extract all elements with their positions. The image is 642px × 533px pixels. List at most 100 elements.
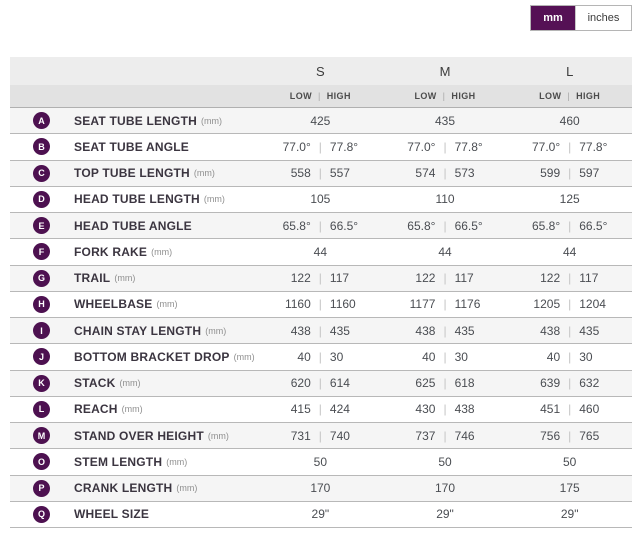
table-row: B SEAT TUBE ANGLE 77.0° | 77.8° 77.0° | … bbox=[10, 134, 632, 160]
value-cell: 29" bbox=[507, 507, 632, 521]
value-low: 50 bbox=[383, 455, 508, 469]
value-high: 618 bbox=[447, 376, 508, 390]
value-cell: 620 | 614 bbox=[258, 376, 383, 390]
table-row: G TRAIL (mm) 122 | 117 122 | 117 122 | 1… bbox=[10, 266, 632, 292]
row-letter-badge: B bbox=[33, 138, 50, 155]
row-header: F FORK RAKE (mm) bbox=[10, 243, 258, 260]
row-label: STACK bbox=[74, 376, 115, 390]
geometry-table: SML LOW|HIGHLOW|HIGHLOW|HIGH A SEAT TUBE… bbox=[10, 57, 632, 528]
row-label: CRANK LENGTH bbox=[74, 481, 172, 495]
low-high-header: LOW|HIGH bbox=[383, 91, 508, 101]
value-cell: 29" bbox=[258, 507, 383, 521]
value-cell: 1205 | 1204 bbox=[507, 297, 632, 311]
value-cell: 44 bbox=[383, 245, 508, 259]
row-header: D HEAD TUBE LENGTH (mm) bbox=[10, 191, 258, 208]
table-row: O STEM LENGTH (mm) 50 50 50 bbox=[10, 449, 632, 475]
table-row: L REACH (mm) 415 | 424 430 | 438 451 | 4… bbox=[10, 397, 632, 423]
value-high: 30 bbox=[322, 350, 383, 364]
value-low: 731 bbox=[258, 429, 319, 443]
value-cell: 1177 | 1176 bbox=[383, 297, 508, 311]
low-label: LOW bbox=[290, 91, 312, 101]
value-low: 44 bbox=[258, 245, 383, 259]
row-unit: (mm) bbox=[122, 404, 143, 414]
value-low: 1205 bbox=[507, 297, 568, 311]
value-low: 737 bbox=[383, 429, 444, 443]
row-unit: (mm) bbox=[119, 378, 140, 388]
low-high-header: LOW|HIGH bbox=[258, 91, 383, 101]
mm-button[interactable]: mm bbox=[531, 6, 575, 30]
lowhigh-header-row: LOW|HIGHLOW|HIGHLOW|HIGH bbox=[10, 85, 632, 108]
high-label: HIGH bbox=[451, 91, 475, 101]
value-cell: 425 bbox=[258, 114, 383, 128]
value-high: 614 bbox=[322, 376, 383, 390]
value-high: 424 bbox=[322, 402, 383, 416]
value-cell: 65.8° | 66.5° bbox=[383, 219, 508, 233]
row-header: B SEAT TUBE ANGLE bbox=[10, 138, 258, 155]
value-low: 122 bbox=[258, 271, 319, 285]
table-row: P CRANK LENGTH (mm) 170 170 175 bbox=[10, 476, 632, 502]
value-high: 117 bbox=[571, 271, 632, 285]
value-high: 1204 bbox=[571, 297, 632, 311]
table-row: Q WHEEL SIZE 29" 29" 29" bbox=[10, 502, 632, 528]
value-cell: 415 | 424 bbox=[258, 402, 383, 416]
row-label: CHAIN STAY LENGTH bbox=[74, 324, 201, 338]
value-low: 460 bbox=[507, 114, 632, 128]
row-header: K STACK (mm) bbox=[10, 375, 258, 392]
row-letter-badge: L bbox=[33, 401, 50, 418]
value-low: 438 bbox=[383, 324, 444, 338]
value-low: 170 bbox=[258, 481, 383, 495]
value-low: 415 bbox=[258, 402, 319, 416]
value-low: 44 bbox=[507, 245, 632, 259]
row-label: SEAT TUBE ANGLE bbox=[74, 140, 189, 154]
row-label: TRAIL bbox=[74, 271, 110, 285]
value-high: 435 bbox=[322, 324, 383, 338]
row-header: Q WHEEL SIZE bbox=[10, 506, 258, 523]
value-cell: 77.0° | 77.8° bbox=[383, 140, 508, 154]
row-unit: (mm) bbox=[201, 116, 222, 126]
value-cell: 625 | 618 bbox=[383, 376, 508, 390]
row-label: WHEEL SIZE bbox=[74, 507, 149, 521]
header-separator: | bbox=[443, 91, 446, 101]
value-low: 44 bbox=[383, 245, 508, 259]
size-header-row: SML bbox=[10, 57, 632, 85]
value-cell: 50 bbox=[507, 455, 632, 469]
row-letter-badge: E bbox=[33, 217, 50, 234]
value-high: 746 bbox=[447, 429, 508, 443]
value-low: 438 bbox=[507, 324, 568, 338]
value-high: 66.5° bbox=[447, 219, 508, 233]
row-letter-badge: G bbox=[33, 270, 50, 287]
row-header: O STEM LENGTH (mm) bbox=[10, 453, 258, 470]
row-letter-badge: H bbox=[33, 296, 50, 313]
value-cell: 50 bbox=[258, 455, 383, 469]
value-low: 756 bbox=[507, 429, 568, 443]
value-low: 50 bbox=[258, 455, 383, 469]
value-high: 77.8° bbox=[322, 140, 383, 154]
inches-button[interactable]: inches bbox=[575, 6, 631, 30]
table-row: J BOTTOM BRACKET DROP (mm) 40 | 30 40 | … bbox=[10, 344, 632, 370]
row-unit: (mm) bbox=[194, 168, 215, 178]
value-high: 66.5° bbox=[322, 219, 383, 233]
value-low: 122 bbox=[507, 271, 568, 285]
value-high: 77.8° bbox=[571, 140, 632, 154]
row-label: SEAT TUBE LENGTH bbox=[74, 114, 197, 128]
value-cell: 170 bbox=[258, 481, 383, 495]
value-cell: 44 bbox=[507, 245, 632, 259]
row-label: HEAD TUBE LENGTH bbox=[74, 192, 200, 206]
value-cell: 77.0° | 77.8° bbox=[507, 140, 632, 154]
value-cell: 65.8° | 66.5° bbox=[258, 219, 383, 233]
value-low: 438 bbox=[258, 324, 319, 338]
value-cell: 435 bbox=[383, 114, 508, 128]
row-label: HEAD TUBE ANGLE bbox=[74, 219, 192, 233]
value-cell: 639 | 632 bbox=[507, 376, 632, 390]
row-letter-badge: I bbox=[33, 322, 50, 339]
value-high: 1176 bbox=[447, 297, 508, 311]
value-low: 435 bbox=[383, 114, 508, 128]
row-header: I CHAIN STAY LENGTH (mm) bbox=[10, 322, 258, 339]
geometry-table-body: A SEAT TUBE LENGTH (mm) 425 435 460 B SE… bbox=[10, 108, 632, 528]
size-header: S bbox=[258, 64, 383, 79]
value-high: 117 bbox=[447, 271, 508, 285]
value-high: 77.8° bbox=[447, 140, 508, 154]
value-low: 430 bbox=[383, 402, 444, 416]
value-cell: 65.8° | 66.5° bbox=[507, 219, 632, 233]
value-low: 125 bbox=[507, 192, 632, 206]
